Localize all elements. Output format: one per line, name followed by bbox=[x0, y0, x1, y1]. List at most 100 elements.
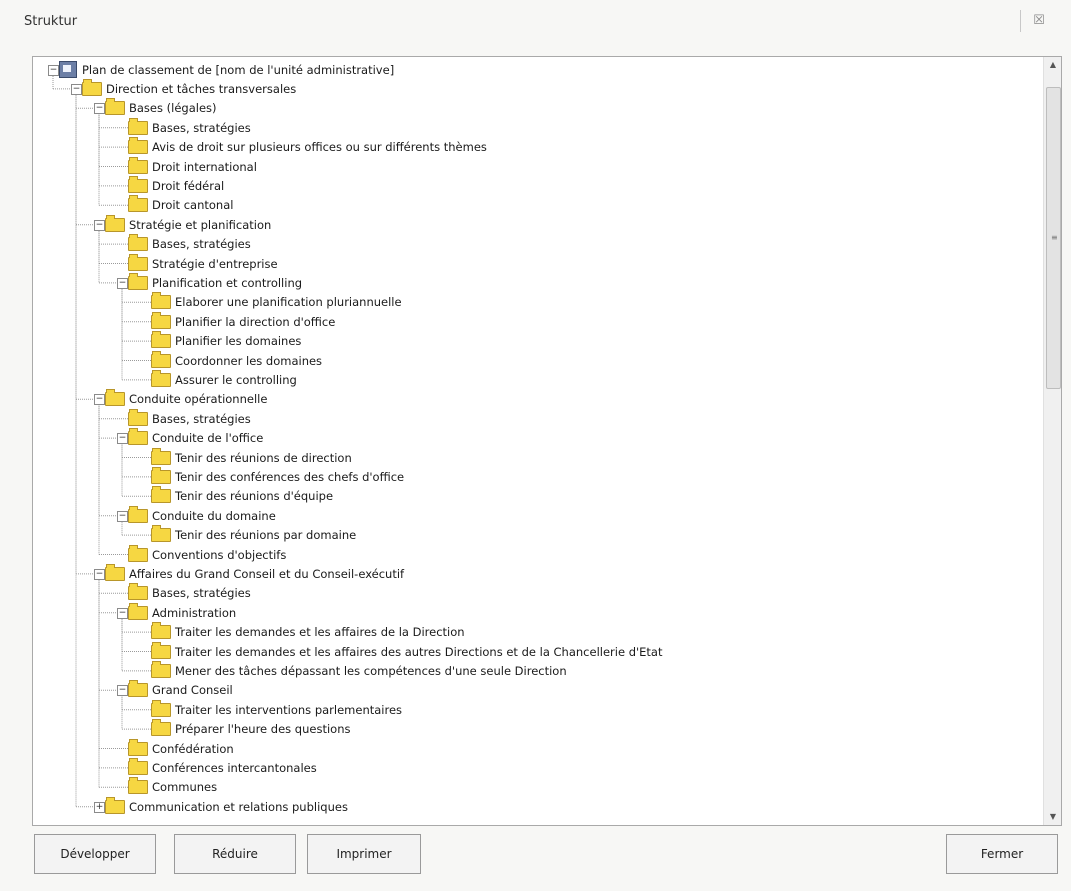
tree-node[interactable]: Mener des tâches dépassant les compétenc… bbox=[151, 660, 567, 680]
tree-node[interactable]: Bases, stratégies bbox=[128, 117, 251, 137]
tree-node[interactable]: Communes bbox=[128, 777, 217, 797]
vertical-scrollbar[interactable]: ▲ ≡ ▼ bbox=[1043, 57, 1061, 825]
tree-node[interactable]: Assurer le controlling bbox=[151, 369, 297, 389]
tree-node[interactable]: Tenir des réunions par domaine bbox=[151, 525, 357, 545]
expand-button[interactable]: Développer bbox=[34, 834, 156, 874]
tree-node[interactable]: Coordonner les domaines bbox=[151, 350, 322, 370]
tree-node[interactable]: Conduite opérationnelle bbox=[105, 389, 267, 409]
folder-icon bbox=[128, 738, 148, 756]
plan-icon bbox=[59, 61, 77, 78]
collapse-node-icon[interactable]: − bbox=[117, 433, 128, 445]
collapse-node-icon[interactable]: − bbox=[71, 83, 82, 95]
tree-node[interactable]: Planifier la direction d'office bbox=[151, 311, 335, 331]
tree-node[interactable]: Tenir des conférences des chefs d'office bbox=[151, 466, 405, 486]
tree-content: Plan de classement de [nom de l'unité ad… bbox=[33, 57, 1043, 825]
tree-node[interactable]: Droit cantonal bbox=[128, 195, 234, 215]
tree-node[interactable]: Traiter les demandes et les affaires de … bbox=[151, 622, 465, 642]
tree-node-label: Elaborer une planification pluriannuelle bbox=[175, 295, 402, 310]
folder-icon bbox=[82, 78, 102, 96]
tree-node[interactable]: Direction et tâches transversales bbox=[82, 78, 297, 98]
tree-node[interactable]: Traiter les interventions parlementaires bbox=[151, 699, 403, 719]
tree-node[interactable]: Stratégie d'entreprise bbox=[128, 253, 278, 273]
collapse-node-icon[interactable]: − bbox=[94, 568, 105, 580]
folder-icon bbox=[151, 350, 171, 368]
structure-tree-view[interactable]: Plan de classement de [nom de l'unité ad… bbox=[32, 56, 1062, 826]
tree-node[interactable]: Affaires du Grand Conseil et du Conseil-… bbox=[105, 563, 404, 583]
tree-node[interactable]: Traiter les demandes et les affaires des… bbox=[151, 641, 663, 661]
tree-node-label: Stratégie et planification bbox=[129, 217, 272, 232]
collapse-node-icon[interactable]: − bbox=[117, 277, 128, 289]
tree-node[interactable]: Bases, stratégies bbox=[128, 408, 251, 428]
folder-icon bbox=[105, 389, 125, 407]
tree-node[interactable]: Avis de droit sur plusieurs offices ou s… bbox=[128, 137, 487, 157]
tree-node-label: Plan de classement de [nom de l'unité ad… bbox=[82, 62, 395, 77]
tree-node[interactable]: Conduite du domaine bbox=[128, 505, 276, 525]
tree-node[interactable]: Tenir des réunions de direction bbox=[151, 447, 352, 467]
tree-node-label: Bases, stratégies bbox=[152, 586, 251, 601]
tree-node[interactable]: Droit fédéral bbox=[128, 175, 225, 195]
window-title: Struktur bbox=[24, 14, 78, 29]
collapse-node-icon[interactable]: − bbox=[94, 103, 105, 115]
collapse-node-icon[interactable]: − bbox=[94, 394, 105, 406]
tree-node[interactable]: Droit international bbox=[128, 156, 257, 176]
collapse-node-icon[interactable]: − bbox=[117, 685, 128, 697]
tree-node-label: Confédération bbox=[152, 741, 234, 756]
folder-icon bbox=[105, 98, 125, 116]
tree-node-label: Droit fédéral bbox=[152, 178, 225, 193]
folder-icon bbox=[105, 563, 125, 581]
tree-node[interactable]: Préparer l'heure des questions bbox=[151, 719, 350, 739]
folder-icon bbox=[128, 195, 148, 213]
tree-node[interactable]: Administration bbox=[128, 602, 237, 622]
tree-node-label: Bases, stratégies bbox=[152, 237, 251, 252]
expand-node-icon[interactable]: + bbox=[94, 801, 105, 813]
tree-node-label: Traiter les interventions parlementaires bbox=[175, 702, 403, 717]
collapse-node-icon[interactable]: − bbox=[94, 219, 105, 231]
tree-node[interactable]: Grand Conseil bbox=[128, 680, 233, 700]
folder-icon bbox=[151, 622, 171, 640]
folder-icon bbox=[128, 156, 148, 174]
tree-node[interactable]: Bases, stratégies bbox=[128, 234, 251, 254]
close-window-button[interactable]: ☒ bbox=[1020, 10, 1057, 32]
collapse-node-icon[interactable]: − bbox=[117, 607, 128, 619]
tree-node[interactable]: Conventions d'objectifs bbox=[128, 544, 287, 564]
tree-node[interactable]: Conduite de l'office bbox=[128, 428, 263, 448]
tree-node-label: Direction et tâches transversales bbox=[106, 81, 297, 96]
scrollbar-thumb[interactable]: ≡ bbox=[1046, 87, 1061, 389]
tree-node[interactable]: Conférences intercantonales bbox=[128, 757, 317, 777]
folder-icon bbox=[151, 486, 171, 504]
tree-node[interactable]: Bases, stratégies bbox=[128, 583, 251, 603]
tree-node-label: Mener des tâches dépassant les compétenc… bbox=[175, 663, 567, 678]
close-button[interactable]: Fermer bbox=[946, 834, 1058, 874]
tree-root-node[interactable]: Plan de classement de [nom de l'unité ad… bbox=[59, 60, 394, 79]
tree-node-label: Tenir des réunions d'équipe bbox=[175, 489, 334, 504]
tree-node-label: Traiter les demandes et les affaires de … bbox=[175, 625, 465, 640]
folder-icon bbox=[151, 466, 171, 484]
tree-node[interactable]: Stratégie et planification bbox=[105, 214, 272, 234]
tree-node-label: Tenir des réunions de direction bbox=[175, 450, 352, 465]
tree-node-label: Administration bbox=[152, 605, 237, 620]
tree-node[interactable]: Planifier les domaines bbox=[151, 331, 301, 351]
tree-node[interactable]: Confédération bbox=[128, 738, 234, 758]
tree-node-label: Tenir des réunions par domaine bbox=[175, 528, 357, 543]
tree-node[interactable]: Bases (légales) bbox=[105, 98, 217, 118]
scroll-up-arrow-icon[interactable]: ▲ bbox=[1044, 57, 1061, 73]
scroll-down-arrow-icon[interactable]: ▼ bbox=[1044, 809, 1061, 825]
collapse-node-icon[interactable]: − bbox=[117, 510, 128, 522]
tree-node-label: Tenir des conférences des chefs d'office bbox=[175, 469, 405, 484]
tree-node-label: Communication et relations publiques bbox=[129, 799, 348, 814]
tree-node[interactable]: Planification et controlling bbox=[128, 272, 302, 292]
tree-node-label: Droit cantonal bbox=[152, 198, 234, 213]
tree-node-label: Stratégie d'entreprise bbox=[152, 256, 278, 271]
tree-node-label: Conventions d'objectifs bbox=[152, 547, 287, 562]
folder-icon bbox=[151, 641, 171, 659]
folder-icon bbox=[128, 117, 148, 135]
folder-icon bbox=[151, 699, 171, 717]
tree-node[interactable]: Elaborer une planification pluriannuelle bbox=[151, 292, 402, 312]
collapse-button[interactable]: Réduire bbox=[174, 834, 296, 874]
folder-icon bbox=[151, 369, 171, 387]
tree-node[interactable]: Tenir des réunions d'équipe bbox=[151, 486, 334, 506]
print-button[interactable]: Imprimer bbox=[307, 834, 421, 874]
collapse-node-icon[interactable]: − bbox=[48, 64, 59, 76]
folder-icon bbox=[128, 137, 148, 155]
tree-node[interactable]: Communication et relations publiques bbox=[105, 796, 348, 816]
